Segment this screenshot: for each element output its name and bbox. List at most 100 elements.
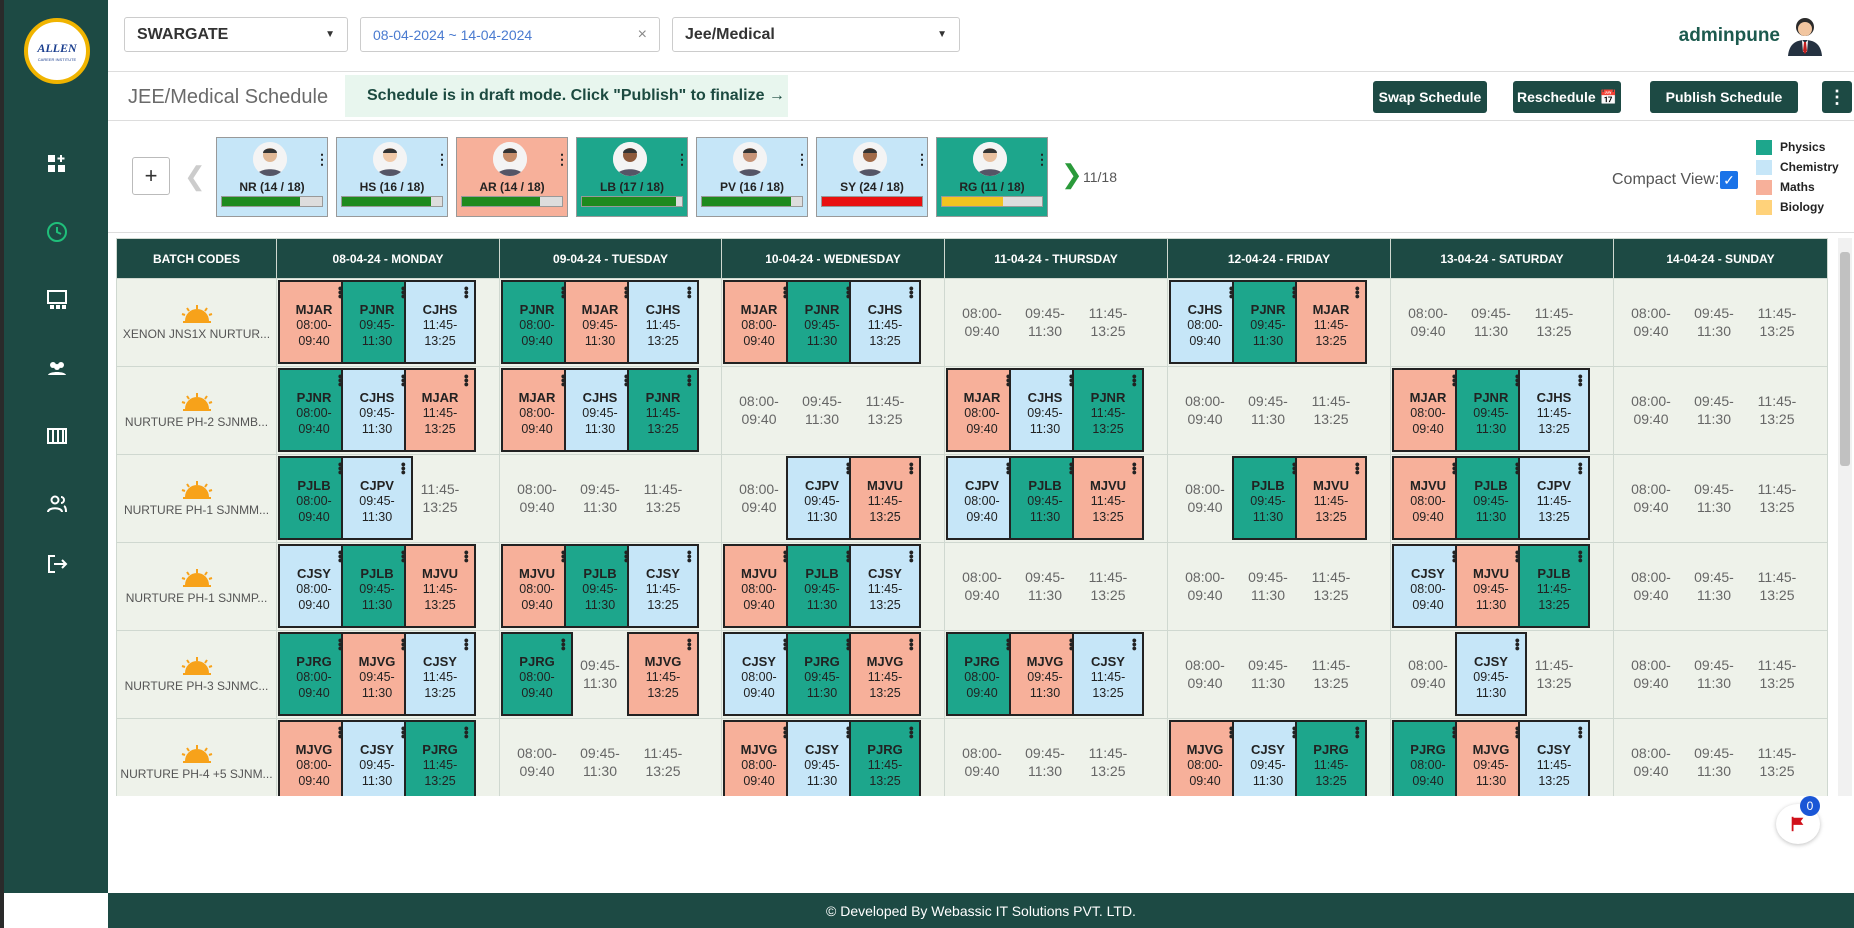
empty-slot[interactable]: 09:45- 11:30 (1455, 280, 1527, 364)
lecture-slot[interactable]: ●●●MJAR08:00-09:40 (501, 368, 573, 452)
lecture-slot[interactable]: ●●●MJVG09:45-11:30 (341, 632, 413, 716)
empty-slot[interactable]: 09:45- 11:30 (1678, 456, 1750, 540)
teacher-menu-icon[interactable]: ⋮ (675, 152, 689, 166)
lecture-slot[interactable]: ●●●PJNR09:45-11:30 (341, 280, 413, 364)
empty-slot[interactable]: 11:45- 13:25 (1072, 720, 1144, 796)
empty-slot[interactable]: 08:00- 09:40 (1392, 280, 1464, 364)
lecture-slot[interactable]: ●●●PJRG09:45-11:30 (786, 632, 858, 716)
lecture-slot[interactable]: ● ● ● MJVG 11:45- 13:25 (849, 632, 921, 716)
lecture-slot[interactable]: ● ● ● CJPV 11:45- 13:25 (1518, 456, 1590, 540)
lecture-slot[interactable]: ● ● ● MJVU 11:45- 13:25 (404, 544, 476, 628)
slot-menu-icon[interactable]: ●●● (464, 548, 469, 565)
empty-slot[interactable]: 11:45- 13:25 (1741, 368, 1813, 452)
slot-menu-icon[interactable]: ●●● (1132, 372, 1137, 389)
empty-slot[interactable]: 11:45- 13:25 (1741, 544, 1813, 628)
empty-slot[interactable]: 09:45- 11:30 (1678, 280, 1750, 364)
lecture-slot[interactable]: ● ● ● CJHS 11:45- 13:25 (627, 280, 699, 364)
lecture-slot[interactable]: ● ● ● PJRG 11:45- 13:25 (404, 720, 476, 796)
lecture-slot[interactable]: ●●●CJHS08:00-09:40 (1169, 280, 1241, 364)
teacher-card-pv[interactable]: ⋮ PV (16 / 18) (696, 137, 809, 217)
teacher-card-hs[interactable]: ⋮ HS (16 / 18) (336, 137, 449, 217)
lecture-slot[interactable]: ● ● ● CJSY 11:45- 13:25 (1518, 720, 1590, 796)
slot-menu-icon[interactable]: ●●● (1578, 724, 1583, 741)
empty-slot[interactable]: 08:00- 09:40 (501, 456, 573, 540)
lecture-slot[interactable]: ●●●CJHS09:45-11:30 (1009, 368, 1081, 452)
swap-schedule-button[interactable]: Swap Schedule (1373, 81, 1487, 113)
empty-slot[interactable]: 08:00- 09:40 (1169, 544, 1241, 628)
lecture-slot[interactable]: ●●●CJSY09:45-11:30 (1455, 632, 1527, 716)
empty-slot[interactable]: 11:45- 13:25 (1741, 280, 1813, 364)
teacher-menu-icon[interactable]: ⋮ (435, 152, 449, 166)
classroom-icon[interactable] (41, 284, 73, 316)
lecture-slot[interactable]: ●●●CJPV09:45-11:30 (341, 456, 413, 540)
lecture-slot[interactable]: ●●●MJVG09:45-11:30 (1455, 720, 1527, 796)
empty-slot[interactable]: 08:00- 09:40 (946, 280, 1018, 364)
lecture-slot[interactable]: ●●●PJNR08:00-09:40 (278, 368, 350, 452)
empty-slot[interactable]: 09:45- 11:30 (786, 368, 858, 452)
center-select[interactable]: SWARGATE ▼ (124, 17, 348, 52)
lecture-slot[interactable]: ●●●PJRG08:00-09:40 (946, 632, 1018, 716)
publish-schedule-button[interactable]: Publish Schedule (1650, 81, 1798, 113)
lecture-slot[interactable]: ●●●CJSY09:45-11:30 (1232, 720, 1304, 796)
lecture-slot[interactable]: ● ● ● MJVU 11:45- 13:25 (849, 456, 921, 540)
lecture-slot[interactable]: ●●●CJHS09:45-11:30 (341, 368, 413, 452)
lecture-slot[interactable]: ●●●CJSY09:45-11:30 (786, 720, 858, 796)
lecture-slot[interactable]: ●●●PJLB08:00-09:40 (278, 456, 350, 540)
lecture-slot[interactable]: ●●●MJVU09:45-11:30 (1455, 544, 1527, 628)
logout-icon[interactable] (41, 548, 73, 580)
lecture-slot[interactable]: ●●●MJAR08:00-09:40 (723, 280, 795, 364)
lecture-slot[interactable]: ●●●MJVG08:00-09:40 (278, 720, 350, 796)
slot-menu-icon[interactable]: ●●● (1578, 548, 1583, 565)
lecture-slot[interactable]: ●●●PJLB09:45-11:30 (564, 544, 636, 628)
clear-icon[interactable]: × (638, 26, 647, 44)
course-select[interactable]: Jee/Medical ▼ (672, 17, 960, 52)
empty-slot[interactable]: 08:00- 09:40 (1169, 368, 1241, 452)
empty-slot[interactable]: 11:45- 13:25 (404, 456, 476, 540)
empty-slot[interactable]: 11:45- 13:25 (849, 368, 921, 452)
empty-slot[interactable]: 11:45- 13:25 (1518, 632, 1590, 716)
empty-slot[interactable]: 08:00- 09:40 (501, 720, 573, 796)
teacher-menu-icon[interactable]: ⋮ (555, 152, 569, 166)
lecture-slot[interactable]: ● ● ● MJAR 11:45- 13:25 (1295, 280, 1367, 364)
lecture-slot[interactable]: ● ● ● CJHS 11:45- 13:25 (1518, 368, 1590, 452)
lecture-slot[interactable]: ● ● ● CJHS 11:45- 13:25 (849, 280, 921, 364)
lecture-slot[interactable]: ●●●PJRG08:00-09:40 (278, 632, 350, 716)
empty-slot[interactable]: 08:00- 09:40 (1169, 632, 1241, 716)
empty-slot[interactable]: 09:45- 11:30 (1678, 368, 1750, 452)
empty-slot[interactable]: 11:45- 13:25 (1072, 280, 1144, 364)
lecture-slot[interactable]: ●●●PJLB09:45-11:30 (1232, 456, 1304, 540)
empty-slot[interactable]: 08:00- 09:40 (946, 720, 1018, 796)
empty-slot[interactable]: 09:45- 11:30 (564, 632, 636, 716)
compact-view-checkbox[interactable]: ✓ (1720, 171, 1738, 189)
more-options-icon[interactable]: ⋮ (1822, 81, 1852, 113)
user-name[interactable]: adminpune (1679, 25, 1780, 47)
lecture-slot[interactable]: ● ● ● MJVU 11:45- 13:25 (1072, 456, 1144, 540)
slot-menu-icon[interactable]: ●●● (909, 284, 914, 301)
reschedule-button[interactable]: Reschedule 📅 (1513, 81, 1621, 113)
lecture-slot[interactable]: ●●●MJVG09:45-11:30 (1009, 632, 1081, 716)
lecture-slot[interactable]: ● ● ● MJVU 11:45- 13:25 (1295, 456, 1367, 540)
empty-slot[interactable]: 08:00- 09:40 (1615, 456, 1687, 540)
slot-menu-icon[interactable]: ●●● (1355, 724, 1360, 741)
lecture-slot[interactable]: ● ● ● PJNR 11:45- 13:25 (627, 368, 699, 452)
slot-menu-icon[interactable]: ●●● (909, 548, 914, 565)
slot-menu-icon[interactable]: ●●● (687, 636, 692, 653)
empty-slot[interactable]: 08:00- 09:40 (1169, 456, 1241, 540)
users-icon[interactable] (41, 488, 73, 520)
teacher-card-nr[interactable]: ⋮ NR (14 / 18) (216, 137, 329, 217)
teacher-menu-icon[interactable]: ⋮ (1035, 152, 1049, 166)
date-range-picker[interactable]: 08-04-2024 ~ 14-04-2024 × (360, 17, 660, 52)
empty-slot[interactable]: 08:00- 09:40 (723, 368, 795, 452)
empty-slot[interactable]: 09:45- 11:30 (1232, 544, 1304, 628)
empty-slot[interactable]: 09:45- 11:30 (1678, 720, 1750, 796)
teacher-menu-icon[interactable]: ⋮ (795, 152, 809, 166)
dashboard-icon[interactable] (41, 148, 73, 180)
lecture-slot[interactable]: ●●●CJHS09:45-11:30 (564, 368, 636, 452)
empty-slot[interactable]: 11:45- 13:25 (1741, 456, 1813, 540)
lecture-slot[interactable]: ●●●PJRG08:00-09:40 (501, 632, 573, 716)
slot-menu-icon[interactable]: ●●● (464, 636, 469, 653)
chevron-right-icon[interactable]: ❯ (1061, 159, 1083, 190)
slot-menu-icon[interactable]: ●●● (909, 460, 914, 477)
empty-slot[interactable]: 09:45- 11:30 (1009, 720, 1081, 796)
lecture-slot[interactable]: ●●●PJNR09:45-11:30 (1455, 368, 1527, 452)
